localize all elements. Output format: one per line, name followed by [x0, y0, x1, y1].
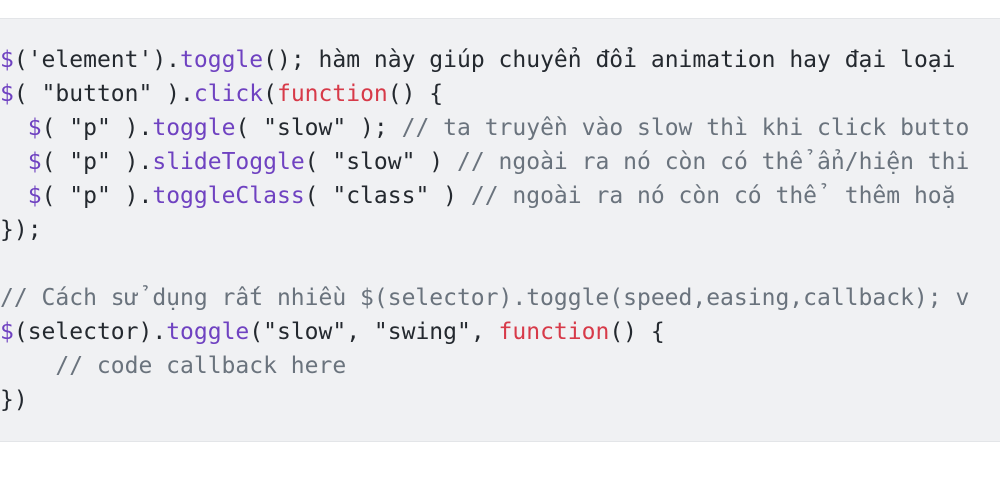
code-token: ( "p" ).	[41, 115, 153, 141]
code-token: () {	[609, 319, 665, 345]
code-token: function	[498, 319, 610, 345]
code-token: // ngoài ra nó còn có thể thêm hoặ	[470, 183, 956, 209]
code-token: toggle	[152, 115, 236, 141]
code-token: toggleClass	[152, 183, 305, 209]
code-line: $( "button" ).click(function() {	[0, 77, 969, 111]
code-line: // code callback here	[0, 349, 969, 383]
code-token: $	[0, 81, 14, 107]
code-token: // ngoài ra nó còn có thể ẩn/hiện thi	[457, 149, 970, 175]
code-token: () {	[387, 81, 444, 107]
code-token: });	[0, 217, 42, 243]
code-token: // ta truyền vào slow thì khi click butt…	[401, 115, 970, 141]
code-line: })	[0, 383, 969, 417]
code-token: ('element').	[13, 47, 181, 73]
code-token: toggle	[180, 47, 264, 73]
code-token: function	[276, 81, 388, 107]
code-line: $( "p" ).slideToggle( "slow" ) // ngoài …	[0, 145, 970, 179]
code-block: $('element').toggle(); hàm này giúp chuy…	[0, 18, 1000, 442]
code-token: ( "slow" );	[235, 115, 402, 141]
code-token: (	[263, 81, 277, 107]
code-line: $( "p" ).toggleClass( "class" ) // ngoài…	[0, 179, 969, 213]
code-token: $	[0, 47, 14, 73]
code-token: toggle	[166, 319, 250, 345]
code-token: ( "class" )	[304, 183, 471, 209]
code-token: $	[0, 319, 14, 345]
code-token: $	[27, 149, 42, 175]
code-listing: $('element').toggle(); hàm này giúp chuy…	[0, 43, 969, 417]
code-token: ("slow", "swing",	[249, 319, 499, 345]
code-token: (selector).	[13, 319, 167, 345]
code-line: $(selector).toggle("slow", "swing", func…	[0, 315, 969, 349]
code-token: slideToggle	[152, 149, 305, 175]
code-token: (); hàm này giúp chuyển đổi animation ha…	[263, 47, 956, 73]
code-line: $('element').toggle(); hàm này giúp chuy…	[0, 43, 969, 77]
code-token: ( "p" ).	[41, 183, 153, 209]
code-token: })	[0, 387, 28, 413]
code-line: });	[0, 213, 969, 247]
code-token: $	[27, 115, 42, 141]
code-line: // Cách sử dụng rất nhiều $(selector).to…	[0, 281, 969, 315]
code-token: // Cách sử dụng rất nhiều $(selector).to…	[0, 285, 970, 311]
code-token: ( "button" ).	[13, 81, 194, 107]
code-token: ( "slow" )	[304, 149, 457, 175]
code-token: ( "p" ).	[41, 149, 153, 175]
code-token: // code callback here	[55, 353, 347, 379]
code-token: $	[27, 183, 42, 209]
code-line: $( "p" ).toggle( "slow" ); // ta truyền …	[0, 111, 970, 145]
code-token: click	[193, 81, 264, 107]
